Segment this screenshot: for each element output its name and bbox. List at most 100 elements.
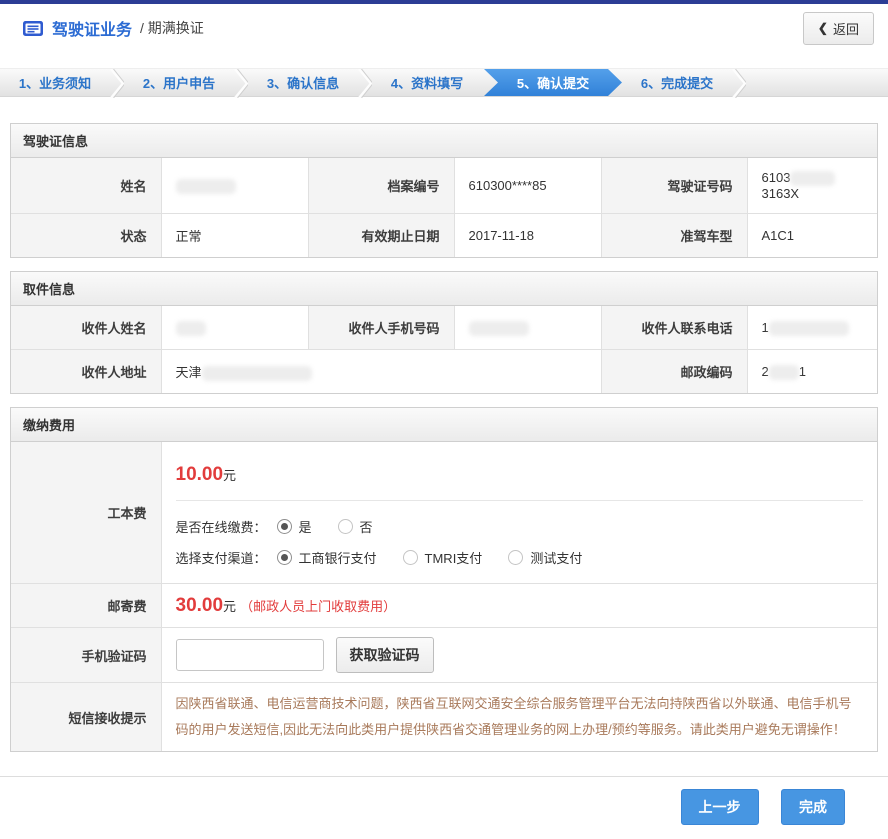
sms-code-input[interactable]: [176, 639, 324, 671]
address-prefix: 天津: [176, 365, 202, 380]
redacted-value: [769, 321, 849, 336]
license-no-label: 驾驶证号码: [601, 158, 747, 214]
name-label: 姓名: [11, 158, 161, 214]
redacted-value: [202, 366, 312, 381]
radio-unselected-icon[interactable]: [403, 550, 418, 565]
sms-tip-text: 因陕西省联通、电信运营商技术问题，陕西省互联网交通安全综合服务管理平台无法向持陕…: [176, 691, 864, 743]
tab-step-1-label: 1、业务须知: [19, 73, 91, 92]
radio-channel-test[interactable]: 测试支付: [508, 548, 582, 567]
back-button-label: 返回: [833, 19, 859, 38]
recipient-name-value: [161, 306, 308, 350]
tab-step-2-label: 2、用户申告: [143, 73, 215, 92]
pay-channel-row: 选择支付渠道： 工商银行支付 TMRI支付 测试支付: [176, 544, 864, 571]
license-no-prefix: 6103: [762, 170, 791, 185]
radio-channel-tmri[interactable]: TMRI支付: [403, 548, 483, 567]
table-row: 工本费 10.00元 是否在线缴费： 是 否 选择支付渠道：: [11, 442, 877, 584]
recipient-name-label: 收件人姓名: [11, 306, 161, 350]
radio-online-yes-label: 是: [299, 517, 312, 536]
status-value: 正常: [161, 214, 308, 258]
fees-table: 工本费 10.00元 是否在线缴费： 是 否 选择支付渠道：: [11, 442, 877, 751]
redacted-value: [469, 321, 529, 336]
address-label: 收件人地址: [11, 350, 161, 394]
finish-button[interactable]: 完成: [781, 789, 845, 825]
pay-channel-label: 选择支付渠道：: [176, 548, 267, 567]
section-license-info: 驾驶证信息 姓名 档案编号 610300****85 驾驶证号码 6103316…: [10, 123, 878, 258]
chevron-left-icon: ❮: [818, 21, 828, 35]
radio-online-no[interactable]: 否: [338, 517, 373, 536]
tab-step-4[interactable]: 4、资料填写: [372, 69, 482, 96]
get-code-button[interactable]: 获取验证码: [336, 637, 434, 673]
tab-step-6[interactable]: 6、完成提交: [622, 69, 732, 96]
radio-unselected-icon[interactable]: [338, 519, 353, 534]
tab-step-1[interactable]: 1、业务须知: [0, 69, 110, 96]
sms-tip-cell: 因陕西省联通、电信运营商技术问题，陕西省互联网交通安全综合服务管理平台无法向持陕…: [161, 683, 877, 752]
sms-tip-label: 短信接收提示: [11, 683, 161, 752]
card-fee-label: 工本费: [11, 442, 161, 584]
license-table: 姓名 档案编号 610300****85 驾驶证号码 61033163X 状态 …: [11, 158, 877, 257]
step-separator-icon: [234, 69, 248, 98]
tab-step-3[interactable]: 3、确认信息: [248, 69, 358, 96]
pay-channel-options: 工商银行支付 TMRI支付 测试支付: [277, 548, 583, 567]
step-tabs: 1、业务须知 2、用户申告 3、确认信息 4、资料填写 5、确认提交 6、完成提…: [0, 68, 888, 97]
previous-step-button[interactable]: 上一步: [681, 789, 759, 825]
postcode-prefix: 2: [762, 364, 769, 379]
title-area: 驾驶证业务 / 期满换证: [22, 16, 204, 40]
license-no-suffix: 3163X: [762, 186, 800, 201]
table-row: 邮寄费 30.00元（邮政人员上门收取费用）: [11, 584, 877, 628]
redacted-value: [176, 179, 236, 194]
table-row: 手机验证码 获取验证码: [11, 628, 877, 683]
section-pickup-title: 取件信息: [11, 272, 877, 306]
radio-online-yes[interactable]: 是: [277, 517, 312, 536]
radio-unselected-icon[interactable]: [508, 550, 523, 565]
tab-step-3-label: 3、确认信息: [267, 73, 339, 92]
sms-code-row: 获取验证码: [176, 637, 864, 673]
postcode-value: 21: [747, 350, 877, 394]
redacted-value: [790, 171, 835, 186]
page-title: 驾驶证业务: [52, 16, 132, 40]
postcode-suffix: 1: [799, 364, 806, 379]
sms-code-label: 手机验证码: [11, 628, 161, 683]
status-label: 状态: [11, 214, 161, 258]
recipient-mobile-label: 收件人手机号码: [308, 306, 454, 350]
table-row: 姓名 档案编号 610300****85 驾驶证号码 61033163X: [11, 158, 877, 214]
back-button[interactable]: ❮ 返回: [803, 12, 874, 45]
recipient-phone-label: 收件人联系电话: [601, 306, 747, 350]
redacted-value: [769, 365, 799, 380]
license-no-value: 61033163X: [747, 158, 877, 214]
online-pay-options: 是 否: [277, 517, 373, 536]
online-pay-label: 是否在线缴费：: [176, 517, 267, 536]
section-license-title: 驾驶证信息: [11, 124, 877, 158]
radio-selected-icon[interactable]: [277, 519, 292, 534]
expiry-value: 2017-11-18: [454, 214, 601, 258]
radio-selected-icon[interactable]: [277, 550, 292, 565]
card-fee-unit: 元: [223, 468, 236, 483]
postage-cell: 30.00元（邮政人员上门收取费用）: [161, 584, 877, 628]
card-fee-price: 10.00元: [176, 454, 864, 498]
action-buttons: 上一步 完成: [0, 777, 888, 839]
file-no-label: 档案编号: [308, 158, 454, 214]
breadcrumb: / 期满换证: [140, 18, 204, 38]
postage-unit: 元: [223, 599, 236, 614]
tab-step-2[interactable]: 2、用户申告: [124, 69, 234, 96]
card-fee-cell: 10.00元 是否在线缴费： 是 否 选择支付渠道： 工商银行支付: [161, 442, 877, 584]
postcode-label: 邮政编码: [601, 350, 747, 394]
section-fees: 缴纳费用 工本费 10.00元 是否在线缴费： 是 否: [10, 407, 878, 752]
step-bar-filler: [746, 69, 888, 96]
postage-label: 邮寄费: [11, 584, 161, 628]
radio-channel-tmri-label: TMRI支付: [425, 548, 483, 567]
vehicle-class-value: A1C1: [747, 214, 877, 258]
table-row: 状态 正常 有效期止日期 2017-11-18 准驾车型 A1C1: [11, 214, 877, 258]
address-value: 天津: [161, 350, 601, 394]
tab-step-5-active[interactable]: 5、确认提交: [484, 69, 622, 96]
sms-code-cell: 获取验证码: [161, 628, 877, 683]
tab-step-5-label: 5、确认提交: [517, 73, 589, 92]
recipient-mobile-value: [454, 306, 601, 350]
online-pay-row: 是否在线缴费： 是 否: [176, 513, 864, 540]
radio-channel-icbc-label: 工商银行支付: [299, 548, 377, 567]
postage-note: （邮政人员上门收取费用）: [240, 599, 396, 614]
tab-step-4-label: 4、资料填写: [391, 73, 463, 92]
card-fee-amount: 10.00: [176, 464, 224, 485]
tab-step-6-label: 6、完成提交: [641, 73, 713, 92]
name-value: [161, 158, 308, 214]
radio-channel-icbc[interactable]: 工商银行支付: [277, 548, 377, 567]
